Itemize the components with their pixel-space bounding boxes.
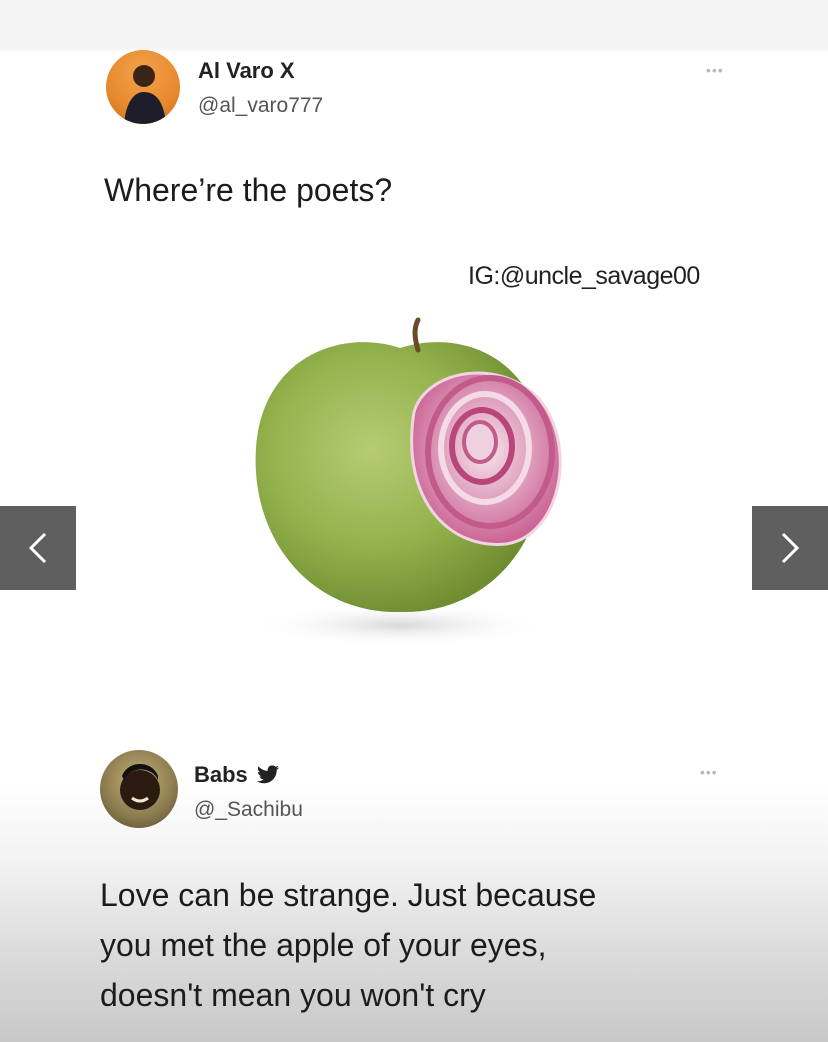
apple-onion-illustration [250, 317, 562, 647]
tweet-text-line: Love can be strange. Just because [100, 877, 597, 913]
avatar[interactable] [100, 750, 178, 828]
avatar[interactable] [106, 50, 180, 124]
chevron-left-icon [28, 532, 47, 564]
more-options-icon[interactable]: ••• [706, 62, 724, 78]
watermark-text: IG:@uncle_savage00 [468, 262, 700, 290]
twitter-bird-icon [256, 765, 279, 784]
display-name[interactable]: Al Varo X [198, 58, 295, 84]
chevron-right-icon [781, 532, 800, 564]
more-options-icon[interactable]: ••• [700, 764, 718, 780]
previous-button[interactable] [0, 506, 76, 590]
display-name[interactable]: Babs [194, 762, 280, 788]
person-face-icon [120, 764, 160, 810]
apple-onion-image[interactable] [200, 300, 620, 680]
next-button[interactable] [752, 506, 828, 590]
handle[interactable]: @al_varo777 [198, 94, 323, 118]
handle[interactable]: @_Sachibu [194, 798, 303, 822]
tweet-text: Where’re the poets? [104, 172, 393, 208]
person-silhouette-icon [124, 65, 166, 124]
tweet-text: Love can be strange. Just because you me… [100, 870, 596, 1020]
tweet-text-line: doesn't mean you won't cry [100, 977, 486, 1013]
tweet-text-line: you met the apple of your eyes, [100, 927, 547, 963]
